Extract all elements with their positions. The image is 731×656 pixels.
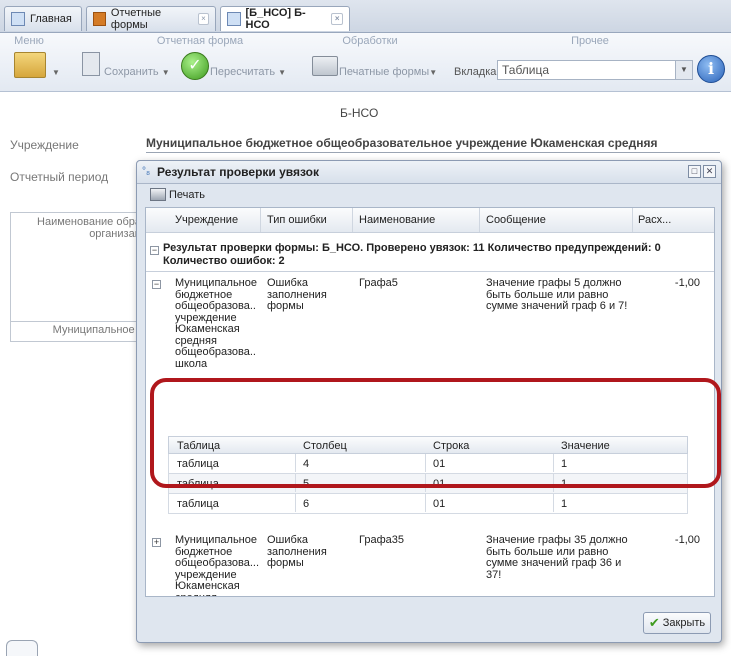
close-icon[interactable]: ✕ bbox=[703, 165, 716, 178]
col-separator bbox=[260, 208, 261, 232]
tab-field-label: Вкладка bbox=[454, 66, 497, 78]
print-button[interactable]: Печать bbox=[150, 188, 205, 201]
col-separator bbox=[295, 494, 296, 512]
group-processing: Обработки bbox=[342, 35, 398, 47]
tab-report-forms-label: Отчетные формы bbox=[110, 7, 162, 31]
tab-bar: Главная Отчетные формы × [Б_НСО] Б-НСО × bbox=[0, 0, 731, 33]
row2-error-type: Ошибка заполнения формы bbox=[267, 534, 327, 569]
detail-row[interactable]: таблица 6 01 1 bbox=[168, 494, 688, 514]
checkmark-icon[interactable]: ✓ bbox=[181, 52, 209, 80]
tab-report-forms[interactable]: Отчетные формы × bbox=[86, 6, 216, 31]
print-label: Печать bbox=[169, 188, 206, 201]
row1-name: Графа5 bbox=[359, 277, 398, 289]
checkmark-icon: ✔ bbox=[648, 615, 660, 630]
collapse-row-icon[interactable]: − bbox=[152, 280, 161, 289]
form-icon bbox=[227, 12, 241, 26]
home-icon bbox=[11, 12, 25, 26]
dialog-header[interactable]: °₈ Результат проверки увязок □ ✕ bbox=[137, 161, 721, 184]
recalc-label: Пересчитать bbox=[210, 66, 276, 78]
group-report-form: Отчетная форма bbox=[156, 35, 244, 47]
col-separator bbox=[352, 208, 353, 232]
col-diff[interactable]: Расх... bbox=[638, 214, 671, 226]
form-title: Б-НСО bbox=[340, 106, 379, 120]
group-menu: Меню bbox=[14, 35, 44, 47]
tab-form[interactable]: [Б_НСО] Б-НСО × bbox=[220, 6, 350, 31]
detail-cell: 1 bbox=[561, 498, 568, 510]
tab-form-label: [Б_НСО] Б-НСО bbox=[245, 7, 306, 31]
print-forms-button[interactable]: Печатные формы▼ bbox=[339, 66, 437, 78]
period-label: Отчетный период bbox=[10, 170, 109, 184]
col-error-type[interactable]: Тип ошибки bbox=[267, 214, 327, 226]
printer-icon[interactable] bbox=[312, 56, 338, 76]
info-icon[interactable]: i bbox=[697, 55, 725, 83]
dialog-title: Результат проверки увязок bbox=[157, 165, 320, 179]
detail-cell: 6 bbox=[303, 498, 310, 510]
tab-home[interactable]: Главная bbox=[4, 6, 82, 31]
row1-error-type: Ошибка заполнения формы bbox=[267, 277, 327, 312]
row2-name: Графа35 bbox=[359, 534, 404, 546]
maximize-icon[interactable]: □ bbox=[688, 165, 701, 178]
dialog-toolbar: Печать bbox=[145, 185, 715, 205]
row1-message: Значение графы 5 должно быть больше или … bbox=[486, 277, 628, 312]
save-label: Сохранить bbox=[104, 66, 159, 78]
col-separator bbox=[479, 208, 480, 232]
chevron-down-icon[interactable]: ▼ bbox=[675, 61, 692, 79]
group-other: Прочее bbox=[571, 35, 609, 47]
close-button[interactable]: ✔ Закрыть bbox=[643, 612, 711, 634]
tab-home-label: Главная bbox=[30, 13, 72, 25]
menu-dropdown-icon[interactable]: ▼ bbox=[52, 68, 60, 77]
col-separator bbox=[632, 208, 633, 232]
detail-cell: таблица bbox=[177, 498, 219, 510]
book-icon bbox=[93, 12, 106, 26]
save-button[interactable]: Сохранить ▼ bbox=[104, 66, 170, 78]
divider bbox=[146, 271, 714, 272]
expand-row-icon[interactable]: + bbox=[152, 538, 161, 547]
folder-icon[interactable] bbox=[14, 52, 46, 78]
printer-icon bbox=[150, 188, 166, 201]
grid-header: Учреждение Тип ошибки Наименование Сообщ… bbox=[146, 208, 714, 233]
highlight-frame bbox=[150, 378, 721, 488]
print-forms-label: Печатные формы bbox=[339, 66, 430, 78]
bottom-tab bbox=[6, 640, 38, 656]
institution-label: Учреждение bbox=[10, 138, 79, 152]
background-table: Наименование обра организац 1 Муниципаль… bbox=[10, 212, 147, 342]
group-header: Результат проверки формы: Б_НСО. Провере… bbox=[163, 242, 661, 267]
col-name[interactable]: Наименование bbox=[359, 214, 435, 226]
row2-diff: -1,00 bbox=[674, 534, 700, 546]
tab-select-value: Таблица bbox=[502, 63, 550, 77]
row1-institution: Муниципальное бюджетное общеобразова... … bbox=[175, 278, 257, 370]
institution-value: Муниципальное бюджетное общеобразователь… bbox=[146, 136, 720, 153]
col-message[interactable]: Сообщение bbox=[486, 214, 546, 226]
bg-table-header: Наименование обра организац bbox=[37, 216, 141, 240]
col-separator bbox=[553, 494, 554, 512]
detail-cell: 01 bbox=[433, 498, 446, 510]
link-icon: °₈ bbox=[142, 166, 151, 177]
close-icon[interactable]: × bbox=[331, 13, 343, 25]
row2-message: Значение графы 35 должно быть больше или… bbox=[486, 534, 628, 581]
row1-diff: -1,00 bbox=[674, 277, 700, 289]
recalc-button[interactable]: Пересчитать ▼ bbox=[210, 66, 286, 78]
close-label: Закрыть bbox=[662, 617, 706, 629]
save-icon[interactable] bbox=[82, 52, 100, 76]
close-icon[interactable]: × bbox=[197, 13, 209, 25]
bg-table-row: Муниципальное б bbox=[11, 321, 146, 336]
tab-select[interactable]: Таблица ▼ bbox=[497, 60, 693, 80]
col-separator bbox=[425, 494, 426, 512]
col-institution[interactable]: Учреждение bbox=[175, 214, 238, 226]
row2-institution: Муниципальное бюджетное общеобразова... … bbox=[175, 534, 260, 596]
collapse-group-icon[interactable]: − bbox=[150, 246, 159, 255]
